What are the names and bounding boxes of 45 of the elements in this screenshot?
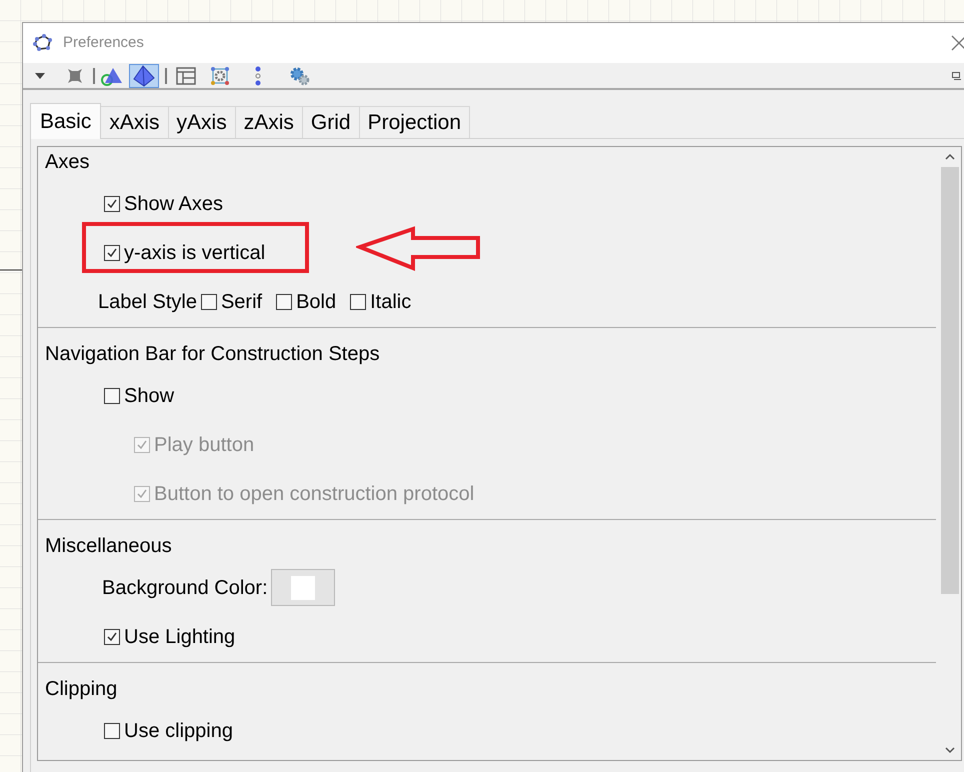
checkbox[interactable] [104, 722, 120, 738]
checkbox-label: Button to open construction protocol [154, 482, 474, 506]
checkbox[interactable] [200, 294, 217, 310]
checkbox-label: Italic [370, 290, 412, 314]
polygon-icon [33, 34, 53, 52]
arrow-icon [356, 226, 482, 271]
checkbox[interactable] [104, 388, 120, 404]
scroll-down-icon[interactable] [945, 747, 955, 754]
close-icon[interactable] [951, 35, 964, 51]
window-title: Preferences [63, 32, 144, 53]
color-picker-button[interactable] [270, 569, 335, 606]
section-heading: Axes [44, 150, 90, 175]
check-icon [106, 630, 118, 642]
tab[interactable]: Basic [30, 103, 102, 139]
field-label: Background Color: [102, 576, 268, 600]
tab[interactable]: zAxis [236, 106, 303, 139]
tab[interactable]: xAxis [101, 106, 169, 139]
tab[interactable]: yAxis [168, 106, 236, 139]
field-label: Label Style [98, 290, 197, 314]
section-heading: Clipping [44, 677, 118, 702]
checkbox[interactable] [104, 196, 120, 212]
checkbox-label: Play button [154, 432, 254, 458]
checkbox[interactable] [350, 294, 366, 310]
checkbox[interactable] [104, 628, 120, 644]
checkbox[interactable] [104, 244, 120, 260]
checkbox-label: y-axis is vertical [124, 240, 266, 266]
scroll-up-icon[interactable] [945, 153, 955, 160]
tab[interactable]: Projection [360, 106, 470, 139]
checkbox[interactable] [276, 294, 292, 310]
checkbox-label: Use clipping [124, 718, 233, 744]
section-heading: Navigation Bar for Construction Steps [44, 342, 381, 367]
dock-icon[interactable] [952, 72, 961, 80]
checkbox-label: Serif [220, 290, 262, 314]
check-icon [136, 488, 148, 500]
check-icon [136, 438, 148, 450]
scroll-thumb[interactable] [941, 167, 959, 594]
checkbox-label: Use Lighting [124, 624, 236, 650]
checkbox-label: Show [124, 384, 174, 408]
section-heading: Miscellaneous [44, 534, 173, 559]
tab[interactable]: Grid [302, 106, 360, 139]
check-icon [106, 246, 118, 258]
check-icon [106, 198, 118, 210]
checkbox-label: Show Axes [124, 192, 223, 216]
checkbox-label: Bold [296, 290, 336, 314]
pyramid-icon[interactable] [129, 64, 159, 88]
